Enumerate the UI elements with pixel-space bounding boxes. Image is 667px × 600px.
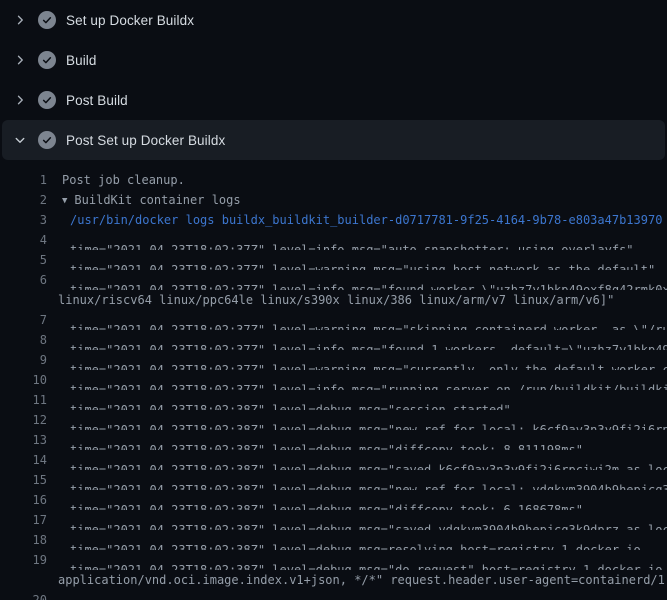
step-list: Set up Docker Buildx Build Post Build	[0, 0, 667, 160]
step-row-post-setup-docker-buildx[interactable]: Post Set up Docker Buildx	[2, 120, 665, 160]
log-line-number[interactable]: 5	[0, 250, 47, 270]
log-line-text: time="2021-04-23T18:02:37Z" level=warnin…	[47, 350, 667, 370]
step-label: Post Set up Docker Buildx	[66, 133, 225, 148]
log-line: 18 time="2021-04-23T18:02:38Z" level=deb…	[0, 530, 667, 550]
log-line-number[interactable]: 18	[0, 530, 47, 550]
log-line: 20 time="2021-04-23T18:02:38Z" level=deb…	[0, 590, 667, 600]
log-line-number[interactable]: 1	[0, 170, 47, 190]
log-line-text: time="2021-04-23T18:02:38Z" level=debug …	[47, 590, 667, 600]
log-line: 8 time="2021-04-23T18:02:37Z" level=info…	[0, 330, 667, 350]
log-line-number[interactable]: 3	[0, 210, 47, 230]
log-line-number[interactable]: 4	[0, 230, 47, 250]
log-line-text: time="2021-04-23T18:02:37Z" level=info m…	[47, 330, 667, 350]
log-line-text: time="2021-04-23T18:02:38Z" level=debug …	[47, 470, 667, 490]
log-line: 12 time="2021-04-23T18:02:38Z" level=deb…	[0, 410, 667, 430]
log-line: 1 Post job cleanup.	[0, 170, 667, 190]
log-output: 1 Post job cleanup. 2 ▼BuildKit containe…	[0, 160, 667, 600]
log-line-number[interactable]: 14	[0, 450, 47, 470]
log-line-text: time="2021-04-23T18:02:37Z" level=warnin…	[47, 310, 667, 330]
log-line-number[interactable]	[0, 570, 47, 590]
log-line-text: time="2021-04-23T18:02:37Z" level=info m…	[47, 270, 667, 290]
log-line-text: time="2021-04-23T18:02:38Z" level=debug …	[47, 510, 667, 530]
log-line-text: time="2021-04-23T18:02:38Z" level=debug …	[47, 390, 511, 410]
log-line-text: time="2021-04-23T18:02:38Z" level=debug …	[47, 430, 583, 450]
log-line-number[interactable]: 2	[0, 190, 47, 210]
log-line-text: time="2021-04-23T18:02:37Z" level=warnin…	[47, 250, 655, 270]
log-line: 16 time="2021-04-23T18:02:38Z" level=deb…	[0, 490, 667, 510]
chevron-right-icon	[12, 52, 28, 68]
log-line-text: time="2021-04-23T18:02:38Z" level=debug …	[47, 410, 667, 430]
step-row-build[interactable]: Build	[0, 40, 667, 80]
log-line: 3 /usr/bin/docker logs buildx_buildkit_b…	[0, 210, 667, 230]
log-line-number[interactable]	[0, 290, 47, 310]
log-line-number[interactable]: 12	[0, 410, 47, 430]
log-line-number[interactable]: 11	[0, 390, 47, 410]
log-line: 17 time="2021-04-23T18:02:38Z" level=deb…	[0, 510, 667, 530]
log-line-text: time="2021-04-23T18:02:38Z" level=debug …	[47, 450, 667, 470]
log-line: 11 time="2021-04-23T18:02:38Z" level=deb…	[0, 390, 667, 410]
check-circle-icon	[38, 51, 56, 69]
log-line: 10 time="2021-04-23T18:02:37Z" level=inf…	[0, 370, 667, 390]
log-line: 4 time="2021-04-23T18:02:37Z" level=info…	[0, 230, 667, 250]
log-line: 19 time="2021-04-23T18:02:38Z" level=deb…	[0, 550, 667, 570]
step-label: Post Build	[66, 93, 128, 108]
chevron-right-icon	[12, 92, 28, 108]
log-line-text: time="2021-04-23T18:02:38Z" level=debug …	[47, 550, 667, 570]
log-line-text: application/vnd.oci.image.index.v1+json,…	[47, 570, 667, 590]
log-line: 5 time="2021-04-23T18:02:37Z" level=warn…	[0, 250, 667, 270]
log-line-number[interactable]: 8	[0, 330, 47, 350]
log-line: application/vnd.oci.image.index.v1+json,…	[0, 570, 667, 590]
log-line: 15 time="2021-04-23T18:02:38Z" level=deb…	[0, 470, 667, 490]
check-circle-icon	[38, 91, 56, 109]
chevron-down-icon	[12, 132, 28, 148]
log-line: 14 time="2021-04-23T18:02:38Z" level=deb…	[0, 450, 667, 470]
log-line: linux/riscv64 linux/ppc64le linux/s390x …	[0, 290, 667, 310]
log-line-text: time="2021-04-23T18:02:37Z" level=info m…	[47, 230, 634, 250]
log-line: 7 time="2021-04-23T18:02:37Z" level=warn…	[0, 310, 667, 330]
log-line: 6 time="2021-04-23T18:02:37Z" level=info…	[0, 270, 667, 290]
step-label: Set up Docker Buildx	[66, 13, 194, 28]
step-row-setup-docker-buildx[interactable]: Set up Docker Buildx	[0, 0, 667, 40]
log-line-text: Post job cleanup.	[47, 170, 185, 190]
step-row-post-build[interactable]: Post Build	[0, 80, 667, 120]
log-line-text: linux/riscv64 linux/ppc64le linux/s390x …	[47, 290, 614, 310]
log-line-number[interactable]: 7	[0, 310, 47, 330]
log-line-number[interactable]: 6	[0, 270, 47, 290]
log-line: 13 time="2021-04-23T18:02:38Z" level=deb…	[0, 430, 667, 450]
collapse-caret-icon[interactable]: ▼	[62, 191, 67, 210]
log-line-number[interactable]: 16	[0, 490, 47, 510]
log-line-text: time="2021-04-23T18:02:38Z" level=debug …	[47, 490, 583, 510]
log-line-number[interactable]: 9	[0, 350, 47, 370]
actions-log-viewer: Set up Docker Buildx Build Post Build	[0, 0, 667, 600]
log-line-text: time="2021-04-23T18:02:37Z" level=info m…	[47, 370, 667, 390]
chevron-right-icon	[12, 12, 28, 28]
log-line-number[interactable]: 20	[0, 590, 47, 600]
log-line-number[interactable]: 19	[0, 550, 47, 570]
log-line-text: time="2021-04-23T18:02:38Z" level=debug …	[47, 530, 641, 550]
log-line: 2 ▼BuildKit container logs	[0, 190, 667, 210]
log-line-text[interactable]: ▼BuildKit container logs	[47, 190, 241, 210]
check-circle-icon	[38, 131, 56, 149]
log-line-number[interactable]: 13	[0, 430, 47, 450]
check-circle-icon	[38, 11, 56, 29]
log-line-number[interactable]: 15	[0, 470, 47, 490]
log-line-text: /usr/bin/docker logs buildx_buildkit_bui…	[47, 210, 662, 230]
log-line-number[interactable]: 17	[0, 510, 47, 530]
log-line: 9 time="2021-04-23T18:02:37Z" level=warn…	[0, 350, 667, 370]
log-line-number[interactable]: 10	[0, 370, 47, 390]
step-label: Build	[66, 53, 97, 68]
